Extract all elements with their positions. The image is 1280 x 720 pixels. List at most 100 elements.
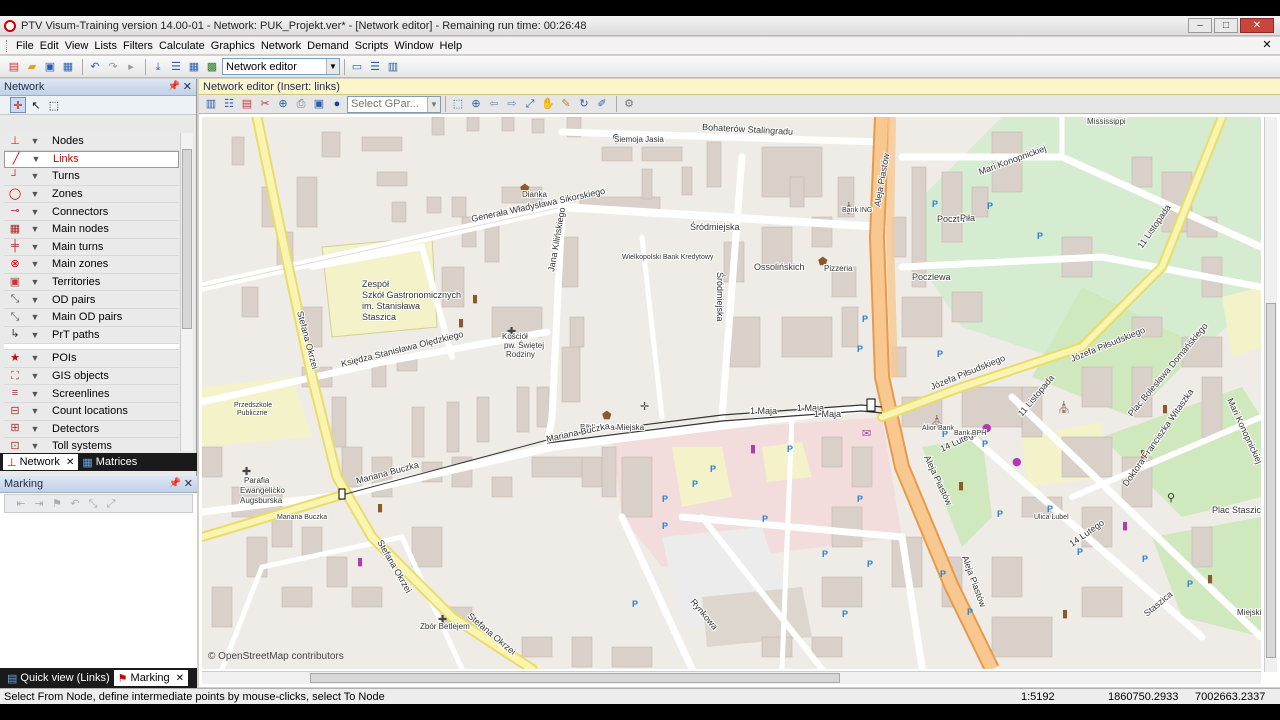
filter-funnel-icon[interactable]: ▼ [28,424,42,434]
zoom-in-icon[interactable]: ⊕ [468,96,484,112]
pin-icon[interactable]: 📌 [169,478,181,489]
measure-icon[interactable]: ✎ [558,96,574,112]
filter-funnel-icon[interactable]: ▼ [28,406,42,416]
network-list-scrollbar[interactable] [180,133,193,451]
network-item-pois[interactable]: ★ ▼ POIs [4,350,179,368]
insert-mode-icon[interactable]: ✛ [10,97,26,113]
network-item-connectors[interactable]: ⊸ ▼ Connectors [4,203,179,221]
tab-quick-view[interactable]: ▤ Quick view (Links) [3,670,114,686]
network-item-main-zones[interactable]: ⊗ ▼ Main zones [4,256,179,274]
window-single-icon[interactable]: ▭ [349,59,365,75]
open-file-icon[interactable]: ▰ [24,59,40,75]
redo-icon[interactable]: ↷ [105,59,121,75]
menu-edit[interactable]: Edit [37,37,62,55]
redraw-icon[interactable]: ↻ [576,96,592,112]
graphic-params-icon[interactable]: ▥ [203,96,219,112]
close-icon[interactable]: ✕ [176,673,184,684]
filter-icon[interactable]: ▤ [239,96,255,112]
select-arrow-icon[interactable]: ↖ [28,97,44,113]
undo-icon[interactable]: ↶ [87,59,103,75]
minimize-button[interactable]: – [1188,18,1212,33]
marking-next-icon[interactable]: ⇥ [31,496,47,512]
editor-mode-combo[interactable]: Network editor ▼ [222,58,340,75]
import-icon[interactable]: ⤓ [150,59,166,75]
scroll-thumb[interactable] [1266,303,1276,658]
menu-window[interactable]: Window [391,37,436,55]
zoom-window-icon[interactable]: ⬚ [450,96,466,112]
maximize-button[interactable]: □ [1214,18,1238,33]
save-all-icon[interactable]: ▦ [60,59,76,75]
filter-funnel-icon[interactable]: ▼ [28,371,42,381]
table-icon[interactable]: ▦ [186,59,202,75]
filter-funnel-icon[interactable]: ▼ [28,330,42,340]
filter-funnel-icon[interactable]: ▼ [28,136,42,146]
filter-funnel-icon[interactable]: ▼ [28,259,42,269]
network-map-canvas[interactable]: PPP PPP PPP PPP PPP PPP PPP PPP PP ✚ ✚ ✚… [202,117,1261,669]
marking-prev-icon[interactable]: ⇤ [13,496,29,512]
tab-network[interactable]: ⊥ Network ✕ [3,454,79,470]
network-item-main-turns[interactable]: ╪ ▼ Main turns [4,238,179,257]
filter-funnel-icon[interactable]: ▼ [28,312,42,322]
filter-funnel-icon[interactable]: ▼ [29,154,43,164]
save-icon[interactable]: ▣ [42,59,58,75]
network-item-od-pairs[interactable]: ⤡ ▼ OD pairs [4,291,179,309]
filter-funnel-icon[interactable]: ▼ [28,295,42,305]
menu-calculate[interactable]: Calculate [156,37,208,55]
menu-scripts[interactable]: Scripts [352,37,392,55]
network-item-gis-objects[interactable]: ⛶ ▼ GIS objects [4,367,179,386]
menu-lists[interactable]: Lists [91,37,120,55]
menu-demand[interactable]: Demand [304,37,352,55]
filter-funnel-icon[interactable]: ▼ [28,224,42,234]
network-item-screenlines[interactable]: ≡ ▼ Screenlines [4,385,179,403]
marking-pin-icon[interactable]: ⚑ [49,496,65,512]
network-item-prt-paths[interactable]: ↳ ▼ PrT paths [4,326,179,345]
filter-funnel-icon[interactable]: ▼ [28,171,42,181]
chevron-down-icon[interactable]: ▼ [427,96,440,112]
network-item-toll-systems[interactable]: ⊡ ▼ Toll systems [4,438,179,451]
edit-shape-icon[interactable]: ✐ [594,96,610,112]
network-item-zones[interactable]: ◯ ▼ Zones [4,185,179,204]
menu-file[interactable]: File [13,37,37,55]
screenshot-icon[interactable]: ▣ [311,96,327,112]
tab-marking[interactable]: ⚑ Marking ✕ [113,670,189,686]
pin-icon[interactable]: 📌 [168,81,180,92]
marking-clear-all-icon[interactable]: ⤢ [103,496,119,512]
network-item-count-locations[interactable]: ⊟ ▼ Count locations [4,402,179,421]
zoom-forward-icon[interactable]: ⇨ [504,96,520,112]
marking-back-icon[interactable]: ↶ [67,496,83,512]
menu-help[interactable]: Help [437,37,466,55]
zoom-back-icon[interactable]: ⇦ [486,96,502,112]
title-bar[interactable]: PTV Visum-Training version 14.00-01 - Ne… [0,16,1280,36]
close-icon[interactable]: ✕ [184,477,193,490]
new-file-icon[interactable]: ▤ [6,59,22,75]
menu-graphics[interactable]: Graphics [208,37,258,55]
menu-network[interactable]: Network [258,37,304,55]
run-icon[interactable]: ▸ [123,59,139,75]
close-icon[interactable]: ✕ [66,457,74,468]
isochrone-icon[interactable]: ⊕ [275,96,291,112]
zoom-extent-icon[interactable]: ⤢ [522,96,538,112]
menu-view[interactable]: View [62,37,92,55]
filter-funnel-icon[interactable]: ▼ [28,189,42,199]
close-icon[interactable]: ✕ [183,80,192,93]
window-tiled-icon[interactable]: ▥ [385,59,401,75]
tab-matrices[interactable]: ▦ Matrices [78,454,141,470]
mdi-close-icon[interactable]: ✕ [1260,38,1274,52]
map-horizontal-scrollbar[interactable] [202,671,1261,684]
background-map-icon[interactable]: ● [329,96,345,112]
network-item-territories[interactable]: ▣ ▼ Territories [4,273,179,292]
network-item-nodes[interactable]: ⊥ ▼ Nodes [4,133,179,151]
filter-funnel-icon[interactable]: ▼ [28,353,42,363]
network-item-main-nodes[interactable]: ▦ ▼ Main nodes [4,220,179,239]
pan-hand-icon[interactable]: ✋ [540,96,556,112]
background-map[interactable]: P PP PP P PPP PPP PPP PPP PPP PPP PP ✚ ✚ ✚… [202,117,1261,669]
window-stacked-icon[interactable]: ☰ [367,59,383,75]
close-button[interactable]: ✕ [1240,18,1274,33]
spatial-select-icon[interactable]: ⬚ [46,97,62,113]
filter-funnel-icon[interactable]: ▼ [28,277,42,287]
chevron-down-icon[interactable]: ▼ [326,59,339,74]
gpar-select[interactable]: Select GPar... ▼ [347,95,441,113]
scroll-thumb[interactable] [182,149,192,329]
filter-funnel-icon[interactable]: ▼ [28,207,42,217]
legend-icon[interactable]: ☷ [221,96,237,112]
